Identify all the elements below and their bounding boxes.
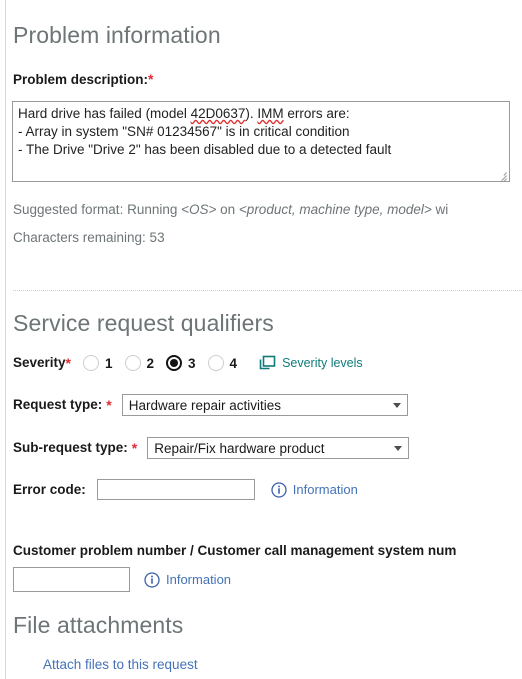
severity-radio-3[interactable] (166, 355, 183, 371)
desc-line1-after: errors are: (283, 106, 350, 121)
severity-levels-link[interactable]: Severity levels (259, 355, 363, 371)
sub-request-type-select[interactable]: Repair/Fix hardware product (147, 437, 410, 459)
information-circle-icon (271, 481, 287, 498)
customer-problem-number-information-link[interactable]: Information (144, 571, 232, 588)
suggested-format-product-token: <product, machine type, model> (238, 202, 432, 217)
problem-description-required-marker: * (148, 71, 154, 87)
customer-problem-number-field-row: Information (13, 567, 231, 592)
error-code-information-label: Information (292, 482, 358, 497)
customer-problem-number-information-label: Information (166, 572, 232, 587)
error-code-input[interactable] (96, 479, 255, 500)
section-divider (13, 290, 522, 291)
problem-description-line-1: Hard drive has failed (model 42D0637). I… (18, 105, 504, 123)
request-type-select[interactable]: Hardware repair activities (121, 394, 408, 416)
problem-information-heading: Problem information (13, 22, 221, 48)
severity-required-marker: * (65, 355, 71, 371)
service-request-qualifiers-heading: Service request qualifiers (13, 310, 274, 336)
request-type-required-marker: * (106, 397, 112, 413)
textarea-resize-handle[interactable] (496, 169, 507, 181)
request-type-field-row: Request type: * Hardware repair activitie… (13, 394, 408, 416)
characters-remaining-counter: Characters remaining: 53 (13, 230, 165, 245)
customer-problem-number-input[interactable] (13, 567, 130, 592)
severity-radio-1[interactable] (83, 355, 99, 371)
popup-window-icon (259, 355, 276, 371)
desc-line1-before: Hard drive has failed (model (18, 106, 191, 121)
severity-field-row: Severity * 1 2 3 4 Severity levels (13, 352, 363, 374)
problem-description-label: Problem description: (13, 72, 149, 87)
problem-description-line-2: - Array in system "SN# 01234567" is in c… (18, 124, 350, 139)
request-type-selected-value: Hardware repair activities (128, 397, 282, 413)
severity-radio-4[interactable] (207, 355, 224, 371)
problem-description-textarea[interactable]: Hard drive has failed (model 42D0637). I… (12, 101, 510, 182)
severity-radio-label-3: 3 (188, 355, 196, 371)
problem-description-line-3: - The Drive "Drive 2" has been disabled … (18, 142, 392, 157)
severity-radio-label-4: 4 (229, 355, 238, 371)
chevron-down-icon (392, 402, 401, 408)
desc-line1-misspelled-imm: IMM (257, 106, 284, 121)
problem-description-label-row: Problem description:* (13, 71, 153, 87)
severity-radio-2[interactable] (124, 355, 141, 371)
error-code-field-row: Error code: Information (13, 479, 358, 500)
severity-label: Severity (13, 355, 66, 371)
desc-line1-middle: ). (245, 106, 258, 121)
sub-request-type-selected-value: Repair/Fix hardware product (154, 440, 325, 456)
severity-radio-label-1: 1 (105, 355, 113, 371)
attach-files-link[interactable]: Attach files to this request (43, 657, 198, 672)
customer-problem-number-label-row: Customer problem number / Customer call … (13, 543, 522, 558)
sub-request-type-label: Sub-request type: (13, 440, 128, 456)
suggested-format-hint: Suggested format: Running <OS> on <produ… (13, 203, 448, 217)
error-code-information-link[interactable]: Information (271, 481, 358, 498)
suggested-format-suffix: wi (431, 202, 449, 217)
severity-radio-label-2: 2 (146, 355, 155, 371)
customer-problem-number-label: Customer problem number / Customer call … (13, 543, 457, 558)
suggested-format-os-token: <OS> (181, 202, 217, 217)
desc-line1-misspelled-model: 42D0637 (190, 106, 246, 121)
service-request-form: Problem information Problem description:… (6, 0, 522, 679)
sub-request-type-required-marker: * (131, 440, 138, 456)
sub-request-type-field-row: Sub-request type: * Repair/Fix hardware p… (13, 437, 410, 459)
request-type-label: Request type: (13, 397, 103, 413)
information-circle-icon (144, 571, 160, 588)
error-code-label: Error code: (13, 481, 86, 497)
severity-levels-link-label: Severity levels (282, 356, 363, 370)
file-attachments-heading: File attachments (13, 612, 184, 638)
suggested-format-prefix: Suggested format: Running (13, 202, 182, 217)
chevron-down-icon (394, 445, 403, 451)
suggested-format-middle: on (216, 202, 239, 217)
